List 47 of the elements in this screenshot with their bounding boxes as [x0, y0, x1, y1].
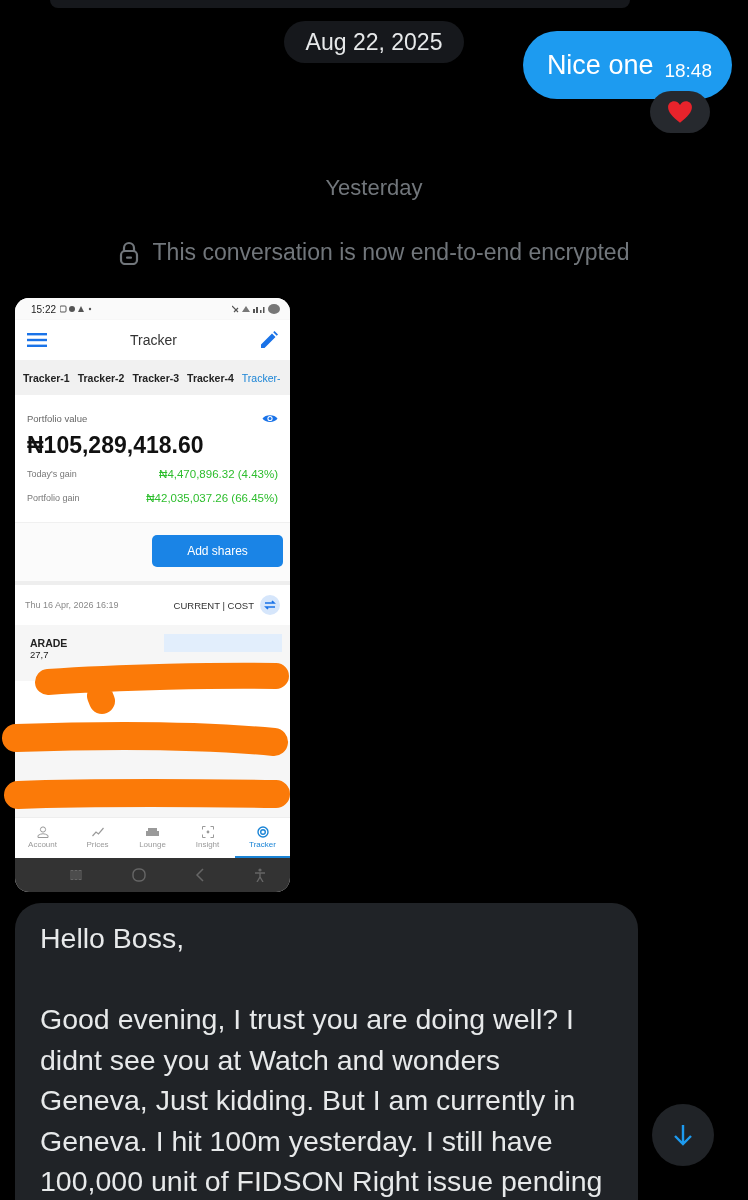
accessibility-icon[interactable]: [255, 868, 266, 882]
person-icon: [36, 825, 49, 838]
gain-value: ₦4,470,896.32 (4.43%): [159, 468, 278, 480]
timestamp: Thu 16 Apr, 2026 16:19: [25, 600, 119, 610]
chart-line-icon: [91, 825, 104, 838]
portfolio-value: ₦105,289,418.60: [27, 432, 205, 459]
message-text: Good evening, I trust you are doing well? I didnt see you at Watch and wonders Geneva, Just kidding. But I am currently in Geneva. I hit 100m yesterday. I still have 100,000 unit of FIDSON Right issue pending: [40, 1002, 604, 1199]
gain-label: Portfolio gain: [27, 493, 80, 503]
stock-name: ARADE: [30, 636, 68, 649]
message-time: 18:48: [664, 60, 712, 82]
arrow-down-icon: [673, 1124, 693, 1146]
add-shares-button[interactable]: Add shares: [152, 535, 283, 567]
lock-icon: [118, 240, 139, 265]
day-separator: Yesterday: [324, 175, 424, 201]
portfolio-label: Portfolio value: [27, 413, 88, 424]
home-icon[interactable]: [131, 868, 146, 882]
tracker-tab[interactable]: Tracker-: [241, 371, 281, 384]
focus-icon: [201, 825, 214, 838]
eye-icon[interactable]: [262, 413, 278, 424]
gain-value: ₦42,035,037.26 (66.45%): [146, 492, 278, 504]
gain-label: Today's gain: [27, 469, 77, 479]
menu-icon[interactable]: [27, 333, 47, 347]
swap-icon[interactable]: [260, 595, 280, 615]
date-separator: Aug 22, 2025: [283, 21, 465, 63]
app-title: Tracker: [130, 332, 177, 348]
edit-icon[interactable]: [260, 331, 278, 349]
status-time: 15:22: [31, 303, 57, 315]
tracker-tab[interactable]: Tracker-3: [132, 371, 180, 384]
reaction[interactable]: [650, 91, 710, 133]
recent-apps-icon[interactable]: [69, 870, 82, 880]
message-text: Nice one: [546, 50, 654, 81]
status-icons: [232, 304, 280, 314]
stock-quantity: 27,7: [30, 648, 50, 660]
tracker-tab[interactable]: Tracker-2: [77, 371, 125, 384]
encryption-notice: This conversation is now end-to-end encrypted: [152, 239, 630, 266]
toggle-label: CURRENT | COST: [173, 599, 254, 611]
message-text: Hello Boss,: [40, 921, 186, 956]
nav-tab[interactable]: Insight: [180, 818, 235, 858]
nav-tab[interactable]: Lounge: [125, 818, 180, 858]
target-icon: [256, 825, 269, 838]
heart-icon: [667, 100, 693, 124]
sofa-icon: [146, 825, 159, 838]
tracker-tab[interactable]: Tracker-1: [23, 371, 70, 384]
nav-tab[interactable]: Account: [15, 818, 70, 858]
tracker-tab[interactable]: Tracker-4: [187, 371, 234, 384]
back-icon[interactable]: [195, 868, 206, 882]
nav-tab[interactable]: Prices: [70, 818, 125, 858]
